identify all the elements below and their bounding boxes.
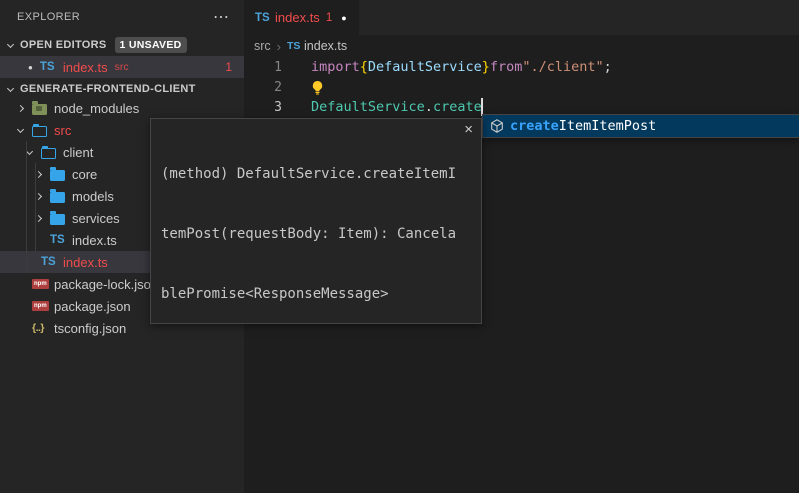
npm-file-icon: npm — [32, 279, 49, 289]
line-number: 2 — [244, 80, 282, 95]
error-count: 1 — [225, 60, 232, 74]
breadcrumbs: src › TS index.ts — [244, 35, 799, 57]
chevron-down-icon — [26, 147, 33, 154]
line-number: 1 — [244, 60, 282, 75]
typescript-file-icon: TS — [287, 40, 300, 52]
code-token: } — [482, 59, 490, 75]
code-line-1: 1 import { DefaultService } from "./clie… — [244, 57, 799, 77]
tab-label: index.ts — [275, 10, 320, 25]
folder-icon — [50, 192, 65, 203]
indent-guide — [26, 141, 27, 273]
method-signature: (method) DefaultService.createItemI temP… — [161, 124, 471, 324]
method-icon — [489, 118, 505, 134]
tab-dirty-dot-icon[interactable]: ● — [341, 13, 346, 23]
suggest-match-text: create — [510, 118, 559, 134]
open-editors-section-header[interactable]: OPEN EDITORS 1 UNSAVED — [0, 34, 244, 56]
code-token: DefaultService — [311, 99, 425, 115]
typescript-file-icon: TS — [41, 256, 56, 268]
code-line-2: 2 — [244, 77, 799, 97]
tree-item-node-modules[interactable]: node_modules — [0, 97, 244, 119]
chevron-down-icon — [17, 125, 24, 132]
suggest-rest-text: ItemItemPost — [559, 118, 657, 134]
chevron-down-icon — [7, 84, 14, 91]
vscode-window: EXPLORER ⋯ OPEN EDITORS 1 UNSAVED ● TS i… — [0, 0, 799, 493]
json-file-icon: {..} — [32, 322, 44, 334]
open-editor-file-name: index.ts — [63, 60, 108, 75]
line-number-active: 3 — [244, 100, 282, 115]
chevron-right-icon — [35, 192, 42, 199]
unsaved-count-badge: 1 UNSAVED — [115, 37, 187, 53]
node-modules-folder-icon — [32, 104, 47, 115]
chevron-right-icon — [35, 170, 42, 177]
tree-item-label: client — [63, 145, 93, 160]
suggest-widget-item[interactable]: createItemItemPost — [482, 114, 799, 138]
explorer-title: EXPLORER — [17, 11, 213, 23]
folder-open-icon — [32, 126, 47, 137]
signature-line: temPost(requestBody: Item): Cancela — [161, 224, 471, 244]
folder-icon — [50, 170, 65, 181]
typescript-file-icon: TS — [255, 12, 270, 24]
code-token: import — [311, 59, 360, 75]
folder-icon — [50, 214, 65, 225]
open-editors-label: OPEN EDITORS — [20, 39, 107, 51]
code-token: ; — [604, 59, 612, 75]
modified-dot-icon: ● — [28, 63, 33, 72]
tree-item-label: core — [72, 167, 97, 182]
chevron-right-icon — [35, 214, 42, 221]
workspace-label: GENERATE-FRONTEND-CLIENT — [20, 83, 196, 95]
indent-guide — [35, 163, 36, 251]
tab-error-count: 1 — [326, 12, 332, 24]
code-token: "./client" — [522, 59, 603, 75]
tree-item-label: services — [72, 211, 120, 226]
typescript-file-icon: TS — [40, 61, 55, 73]
more-actions-icon[interactable]: ⋯ — [213, 7, 230, 27]
tree-item-label: node_modules — [54, 101, 139, 116]
code-token: from — [490, 59, 523, 75]
npm-file-icon: npm — [32, 301, 49, 311]
tree-item-label: package.json — [54, 299, 131, 314]
breadcrumb-separator-icon: › — [277, 39, 281, 54]
explorer-header: EXPLORER ⋯ — [0, 0, 244, 34]
signature-line: blePromise<ResponseMessage> — [161, 284, 471, 304]
breadcrumb-folder[interactable]: src — [254, 39, 271, 53]
tree-item-label: package-lock.json — [54, 277, 158, 292]
tree-item-label: index.ts — [72, 233, 117, 248]
code-token: DefaultService — [368, 59, 482, 75]
lightbulb-icon[interactable] — [311, 80, 324, 95]
typescript-file-icon: TS — [50, 234, 65, 246]
chevron-right-icon — [17, 104, 24, 111]
tab-index-ts[interactable]: TS index.ts 1 ● — [244, 0, 359, 35]
tree-item-label: tsconfig.json — [54, 321, 126, 336]
chevron-down-icon — [7, 40, 14, 47]
code-token: { — [360, 59, 368, 75]
code-token: . — [425, 99, 433, 115]
hover-documentation-popup: × (method) DefaultService.createItemI te… — [150, 118, 482, 324]
close-icon[interactable]: × — [464, 121, 473, 139]
signature-line: (method) DefaultService.createItemI — [161, 164, 471, 184]
tree-item-label: src — [54, 123, 71, 138]
open-editor-item-index-ts[interactable]: ● TS index.ts src 1 — [0, 56, 244, 78]
tree-item-label: models — [72, 189, 114, 204]
tree-item-label: index.ts — [63, 255, 108, 270]
open-editor-folder-decoration: src — [115, 61, 129, 73]
folder-open-icon — [41, 148, 56, 159]
tab-bar: TS index.ts 1 ● — [244, 0, 799, 35]
breadcrumb-file[interactable]: index.ts — [304, 39, 347, 53]
